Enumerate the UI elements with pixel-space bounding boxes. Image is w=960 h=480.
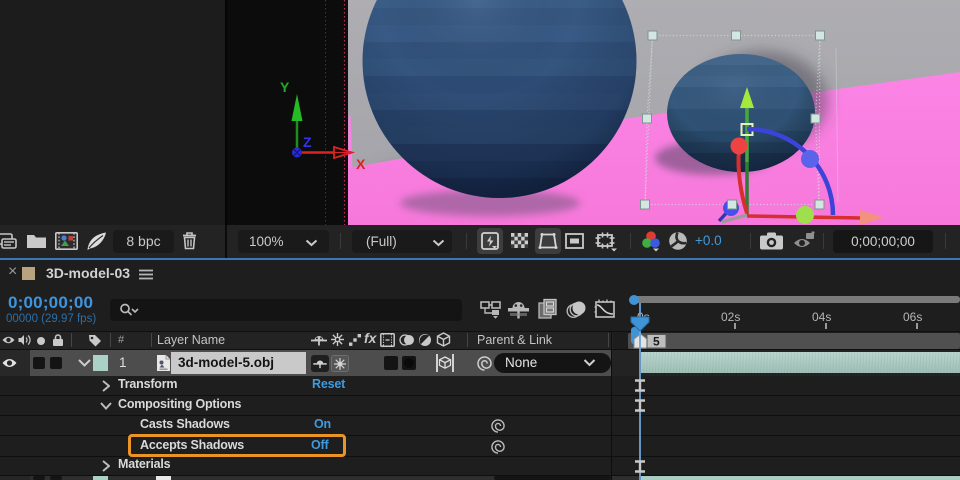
svg-text:5: 5 [653,335,660,349]
svg-text:Z: Z [303,134,312,150]
svg-text:Y: Y [280,79,290,95]
svg-text:X: X [356,156,366,172]
